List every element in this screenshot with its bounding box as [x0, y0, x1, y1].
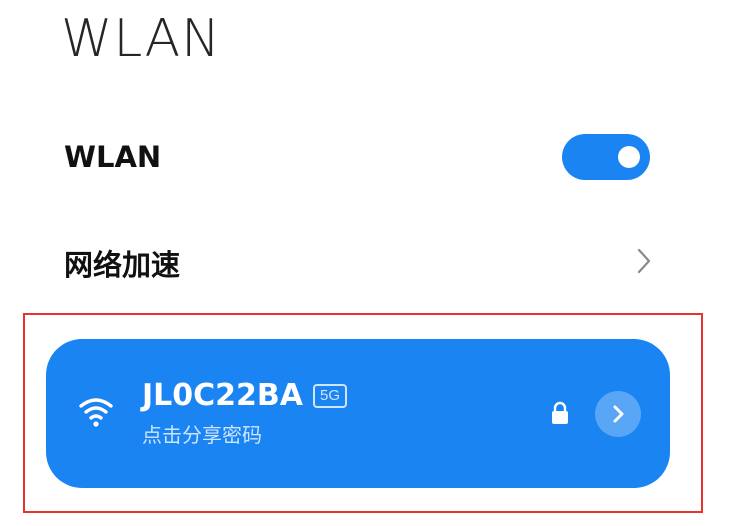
network-acceleration-label: 网络加速 — [64, 248, 181, 282]
ssid-row: JL0C22BA 5G — [142, 377, 348, 415]
wlan-label: WLAN — [64, 140, 162, 174]
wifi-icon — [79, 398, 113, 427]
band-badge: 5G — [313, 384, 348, 408]
network-details-button[interactable] — [595, 391, 641, 437]
network-acceleration-row[interactable]: 网络加速 — [64, 234, 656, 292]
wlan-toggle[interactable] — [562, 134, 650, 180]
share-password-hint[interactable]: 点击分享密码 — [142, 421, 262, 449]
network-ssid: JL0C22BA — [142, 378, 304, 413]
connected-network-card[interactable]: JL0C22BA 5G 点击分享密码 — [46, 339, 670, 488]
page-title: WLAN — [61, 9, 222, 69]
lock-icon — [552, 401, 568, 424]
toggle-knob — [618, 146, 640, 168]
chevron-right-icon[interactable] — [630, 246, 656, 276]
arrow-right-icon — [613, 405, 624, 423]
